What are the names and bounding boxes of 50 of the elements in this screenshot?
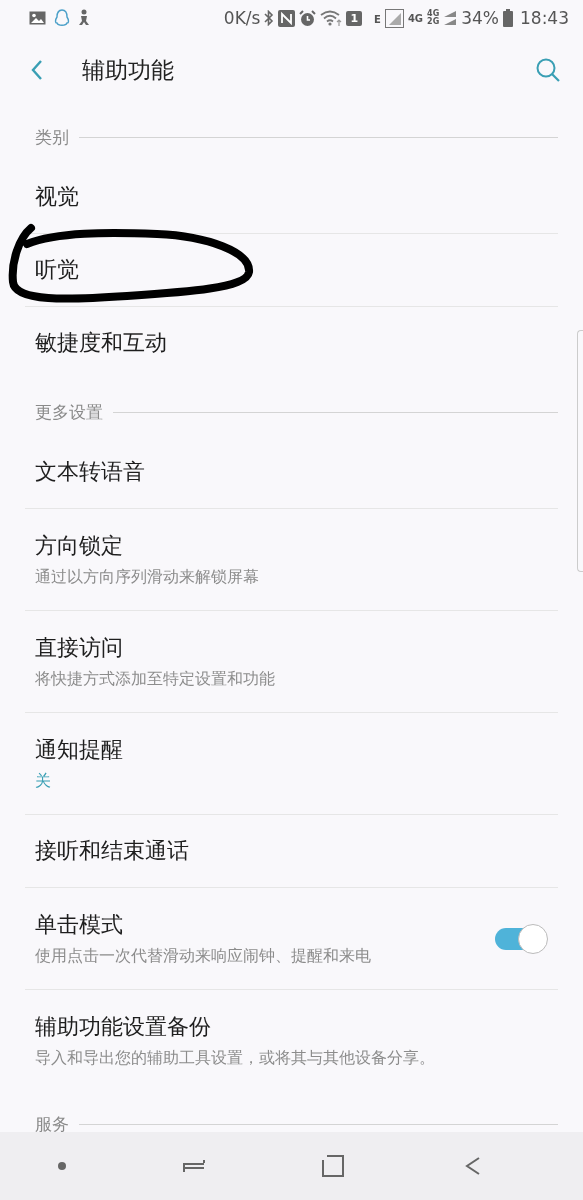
settings-item[interactable]: 通知提醒 关 — [25, 713, 558, 815]
settings-item[interactable]: 文本转语音 — [25, 436, 558, 509]
bluetooth-icon — [264, 10, 275, 26]
clock: 18:43 — [520, 8, 569, 28]
home-icon[interactable] — [321, 1154, 346, 1178]
item-description: 通过以方向序列滑动来解锁屏幕 — [35, 567, 260, 588]
item-title: 方向锁定 — [35, 532, 124, 560]
item-title: 敏捷度和互动 — [35, 329, 168, 357]
item-title: 辅助功能设置备份 — [35, 1013, 212, 1041]
item-title: 听觉 — [35, 256, 80, 284]
signal-icon — [443, 10, 458, 26]
item-title: 视觉 — [35, 183, 80, 211]
alarm-icon — [299, 9, 317, 27]
settings-item[interactable]: 视觉 — [25, 161, 558, 234]
network-type: E — [374, 14, 381, 25]
settings-item[interactable]: 听觉 — [25, 234, 558, 307]
item-value: 关 — [35, 771, 52, 792]
category-header: 更多设置 — [35, 401, 103, 424]
toggle-switch[interactable] — [494, 923, 548, 954]
settings-item[interactable]: 单击模式 使用点击一次代替滑动来响应闹钟、提醒和来电 — [25, 888, 558, 990]
network-type: 2G — [427, 18, 440, 26]
settings-item[interactable]: 辅助功能设置备份 导入和导出您的辅助工具设置，或将其与其他设备分享。 — [25, 990, 558, 1091]
category-header: 类别 — [35, 126, 69, 149]
figure-icon — [78, 9, 90, 27]
network-type: 4G — [407, 12, 424, 24]
page-title: 辅助功能 — [82, 55, 175, 85]
item-title: 单击模式 — [35, 911, 124, 939]
settings-item[interactable]: 接听和结束通话 — [25, 815, 558, 888]
item-description: 使用点击一次代替滑动来响应闹钟、提醒和来电 — [35, 946, 372, 967]
settings-item[interactable]: 方向锁定 通过以方向序列滑动来解锁屏幕 — [25, 509, 558, 611]
item-title: 接听和结束通话 — [35, 837, 190, 865]
item-title: 直接访问 — [35, 634, 124, 662]
item-description: 将快捷方式添加至特定设置和功能 — [35, 669, 276, 690]
item-title: 文本转语音 — [35, 458, 146, 486]
battery-icon — [503, 9, 513, 27]
network-type: 4G — [427, 10, 440, 18]
dot-icon[interactable] — [57, 1162, 66, 1170]
settings-item[interactable]: 直接访问 将快捷方式添加至特定设置和功能 — [25, 611, 558, 713]
item-title: 通知提醒 — [35, 736, 124, 764]
signal-icon — [384, 8, 404, 28]
settings-item[interactable]: 敏捷度和互动 — [25, 307, 558, 379]
wifi-icon — [320, 10, 343, 26]
sim-badge: 1 — [346, 10, 363, 26]
penguin-icon — [54, 9, 70, 27]
battery-percent: 34% — [461, 8, 499, 28]
gallery-icon — [29, 11, 46, 25]
item-description: 导入和导出您的辅助工具设置，或将其与其他设备分享。 — [35, 1048, 436, 1069]
network-speed: 0K/s — [223, 8, 261, 28]
nfc-icon — [278, 9, 296, 27]
category-header: 服务 — [35, 1113, 69, 1132]
